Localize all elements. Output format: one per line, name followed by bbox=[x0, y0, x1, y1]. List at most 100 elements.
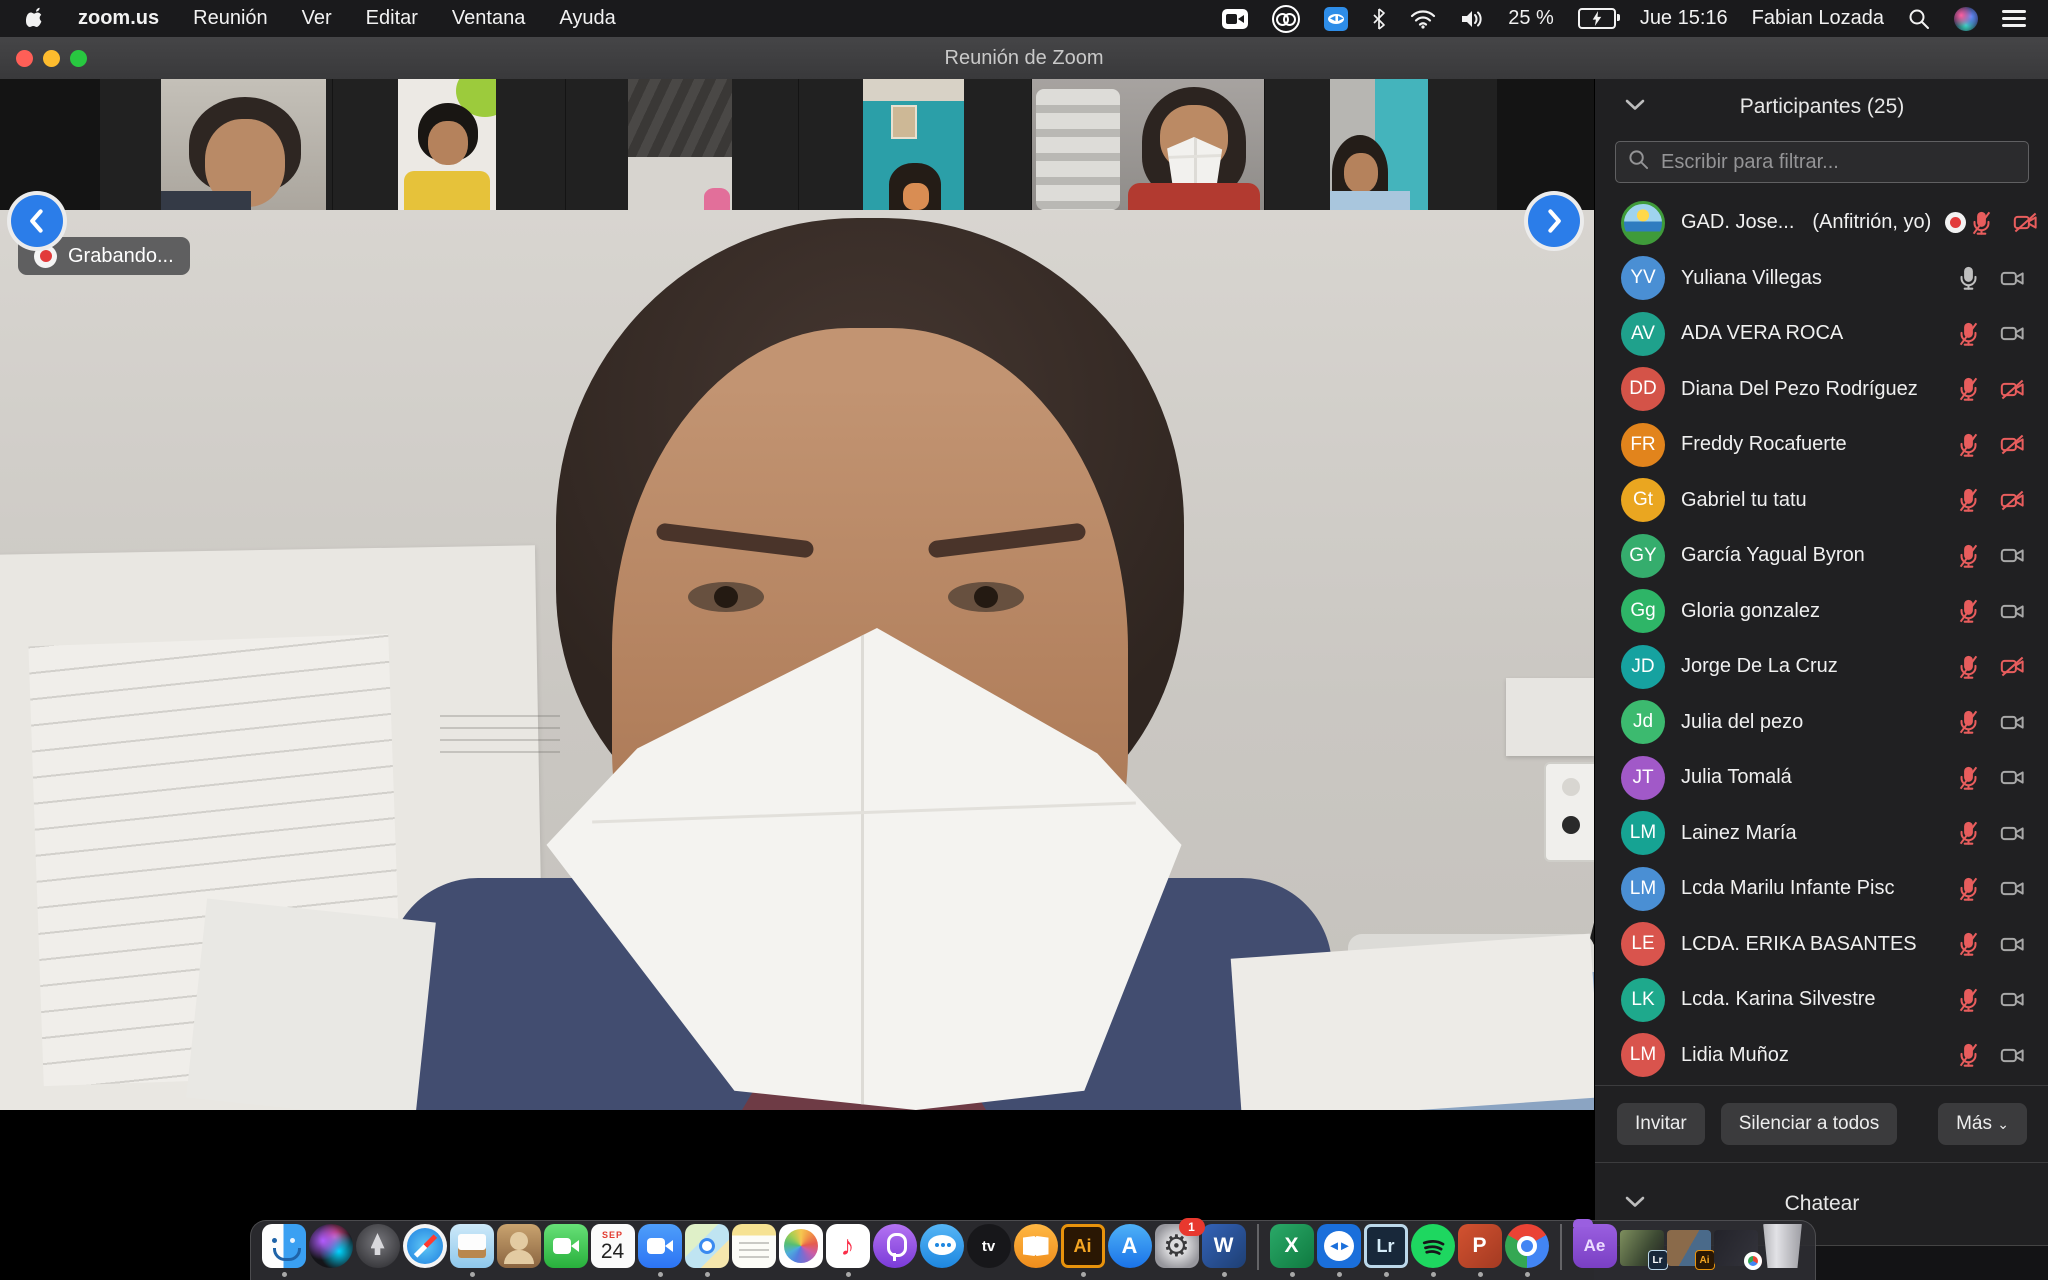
mic-muted-icon[interactable] bbox=[1953, 485, 1983, 515]
more-button[interactable]: Más ⌄ bbox=[1938, 1103, 2027, 1145]
spotify-dock-icon[interactable] bbox=[1411, 1224, 1455, 1268]
spotlight-search-icon[interactable] bbox=[1908, 8, 1930, 30]
menu-ayuda[interactable]: Ayuda bbox=[559, 7, 615, 30]
wifi-icon[interactable] bbox=[1410, 9, 1436, 29]
teamviewer-dock-icon[interactable] bbox=[1317, 1224, 1361, 1268]
chrome-dock-icon[interactable] bbox=[1505, 1224, 1549, 1268]
creative-cloud-icon[interactable] bbox=[1272, 5, 1300, 33]
video-off-icon[interactable] bbox=[1997, 374, 2027, 404]
video-on-icon[interactable] bbox=[1997, 818, 2027, 848]
app-store-dock-icon[interactable]: A bbox=[1108, 1224, 1152, 1268]
participant-row[interactable]: JTJulia Tomalá bbox=[1595, 750, 2048, 806]
mic-muted-icon[interactable] bbox=[1953, 430, 1983, 460]
participant-row[interactable]: FRFreddy Rocafuerte bbox=[1595, 417, 2048, 473]
after-effects-folder-dock-icon[interactable]: Ae bbox=[1573, 1224, 1617, 1268]
participant-row[interactable]: JdJulia del pezo bbox=[1595, 695, 2048, 751]
minimized-window-lightroom-dock-icon[interactable]: Lr bbox=[1620, 1224, 1664, 1266]
menu-reunion[interactable]: Reunión bbox=[193, 7, 268, 30]
mic-muted-icon[interactable] bbox=[1953, 374, 1983, 404]
siri-icon[interactable] bbox=[1954, 7, 1978, 31]
mute-all-button[interactable]: Silenciar a todos bbox=[1721, 1103, 1897, 1145]
participant-row[interactable]: DDDiana Del Pezo Rodríguez bbox=[1595, 362, 2048, 418]
mic-muted-icon[interactable] bbox=[1953, 818, 1983, 848]
mic-muted-icon[interactable] bbox=[1953, 985, 1983, 1015]
menu-ver[interactable]: Ver bbox=[302, 7, 332, 30]
mic-muted-icon[interactable] bbox=[1953, 929, 1983, 959]
mic-on-icon[interactable] bbox=[1953, 263, 1983, 293]
mic-muted-icon[interactable] bbox=[1953, 319, 1983, 349]
mic-muted-icon[interactable] bbox=[1953, 596, 1983, 626]
excel-dock-icon[interactable]: X bbox=[1270, 1224, 1314, 1268]
calendar-dock-icon[interactable]: SEP24 bbox=[591, 1224, 635, 1268]
video-off-icon[interactable] bbox=[2010, 208, 2040, 238]
video-off-icon[interactable] bbox=[1997, 430, 2027, 460]
video-on-icon[interactable] bbox=[1997, 707, 2027, 737]
collapse-chat-icon[interactable] bbox=[1625, 1195, 1645, 1213]
video-on-icon[interactable] bbox=[1997, 541, 2027, 571]
mic-muted-icon[interactable] bbox=[1953, 652, 1983, 682]
trash-dock-icon[interactable] bbox=[1761, 1224, 1805, 1268]
notification-center-icon[interactable] bbox=[2002, 10, 2026, 27]
invite-button[interactable]: Invitar bbox=[1617, 1103, 1705, 1145]
collapse-participants-icon[interactable] bbox=[1625, 98, 1645, 116]
mic-muted-icon[interactable] bbox=[1953, 1040, 1983, 1070]
video-on-icon[interactable] bbox=[1997, 596, 2027, 626]
participant-filter-input[interactable] bbox=[1659, 150, 2016, 175]
participant-row[interactable]: AVADA VERA ROCA bbox=[1595, 306, 2048, 362]
video-on-icon[interactable] bbox=[1997, 319, 2027, 349]
video-off-icon[interactable] bbox=[1997, 485, 2027, 515]
participant-row[interactable]: GtGabriel tu tatu bbox=[1595, 473, 2048, 529]
participant-video-thumbnail[interactable] bbox=[799, 79, 1031, 210]
mic-muted-icon[interactable] bbox=[1966, 208, 1996, 238]
video-on-icon[interactable] bbox=[1997, 263, 2027, 293]
participant-row[interactable]: GgGloria gonzalez bbox=[1595, 584, 2048, 640]
powerpoint-dock-icon[interactable]: P bbox=[1458, 1224, 1502, 1268]
maps-dock-icon[interactable] bbox=[685, 1224, 729, 1268]
mic-muted-icon[interactable] bbox=[1953, 541, 1983, 571]
word-dock-icon[interactable]: W bbox=[1202, 1224, 1246, 1268]
participant-filter-box[interactable] bbox=[1615, 141, 2029, 183]
video-on-icon[interactable] bbox=[1997, 874, 2027, 904]
participant-row[interactable]: GYGarcía Yagual Byron bbox=[1595, 528, 2048, 584]
books-dock-icon[interactable] bbox=[1014, 1224, 1058, 1268]
messages-dock-icon[interactable] bbox=[920, 1224, 964, 1268]
participant-video-thumbnail[interactable] bbox=[333, 79, 565, 210]
video-on-icon[interactable] bbox=[1997, 1040, 2027, 1070]
video-status-icon[interactable] bbox=[1222, 9, 1248, 29]
menu-editar[interactable]: Editar bbox=[366, 7, 418, 30]
tv-dock-icon[interactable]: tv bbox=[967, 1224, 1011, 1268]
video-off-icon[interactable] bbox=[1997, 652, 2027, 682]
active-app-name[interactable]: zoom.us bbox=[78, 7, 159, 30]
notes-dock-icon[interactable] bbox=[732, 1224, 776, 1268]
participant-row[interactable]: LKLcda. Karina Silvestre bbox=[1595, 972, 2048, 1028]
illustrator-dock-icon[interactable]: Ai bbox=[1061, 1224, 1105, 1268]
safari-dock-icon[interactable] bbox=[403, 1224, 447, 1268]
mic-muted-icon[interactable] bbox=[1953, 763, 1983, 793]
strip-previous-button[interactable] bbox=[11, 195, 63, 247]
participant-row[interactable]: JDJorge De La Cruz bbox=[1595, 639, 2048, 695]
siri-dock-icon[interactable] bbox=[309, 1224, 353, 1268]
podcasts-dock-icon[interactable] bbox=[873, 1224, 917, 1268]
apple-menu-icon[interactable] bbox=[24, 7, 44, 30]
participant-video-thumbnail[interactable] bbox=[1032, 79, 1264, 210]
participant-row[interactable]: LELCDA. ERIKA BASANTES bbox=[1595, 917, 2048, 973]
teamviewer-status-icon[interactable] bbox=[1324, 7, 1348, 31]
participant-video-thumbnail[interactable] bbox=[1265, 79, 1497, 210]
mic-muted-icon[interactable] bbox=[1953, 707, 1983, 737]
video-on-icon[interactable] bbox=[1997, 763, 2027, 793]
volume-icon[interactable] bbox=[1460, 9, 1484, 29]
lightroom-dock-icon[interactable]: Lr bbox=[1364, 1224, 1408, 1268]
participant-row[interactable]: LMLcda Marilu Infante Pisc bbox=[1595, 861, 2048, 917]
participant-video-thumbnail[interactable] bbox=[566, 79, 798, 210]
contacts-dock-icon[interactable] bbox=[497, 1224, 541, 1268]
bluetooth-icon[interactable] bbox=[1372, 7, 1386, 31]
music-dock-icon[interactable]: ♪ bbox=[826, 1224, 870, 1268]
active-speaker-video[interactable]: Grabando... bbox=[0, 210, 1594, 1110]
fast-user-switching-name[interactable]: Fabian Lozada bbox=[1752, 7, 1884, 30]
participant-row[interactable]: GAD. Jose...(Anfitrión, yo) bbox=[1595, 195, 2048, 251]
finder-dock-icon[interactable] bbox=[262, 1224, 306, 1268]
video-on-icon[interactable] bbox=[1997, 929, 2027, 959]
participant-row[interactable]: LMLainez María bbox=[1595, 806, 2048, 862]
facetime-dock-icon[interactable] bbox=[544, 1224, 588, 1268]
participant-video-thumbnail[interactable] bbox=[100, 79, 332, 210]
